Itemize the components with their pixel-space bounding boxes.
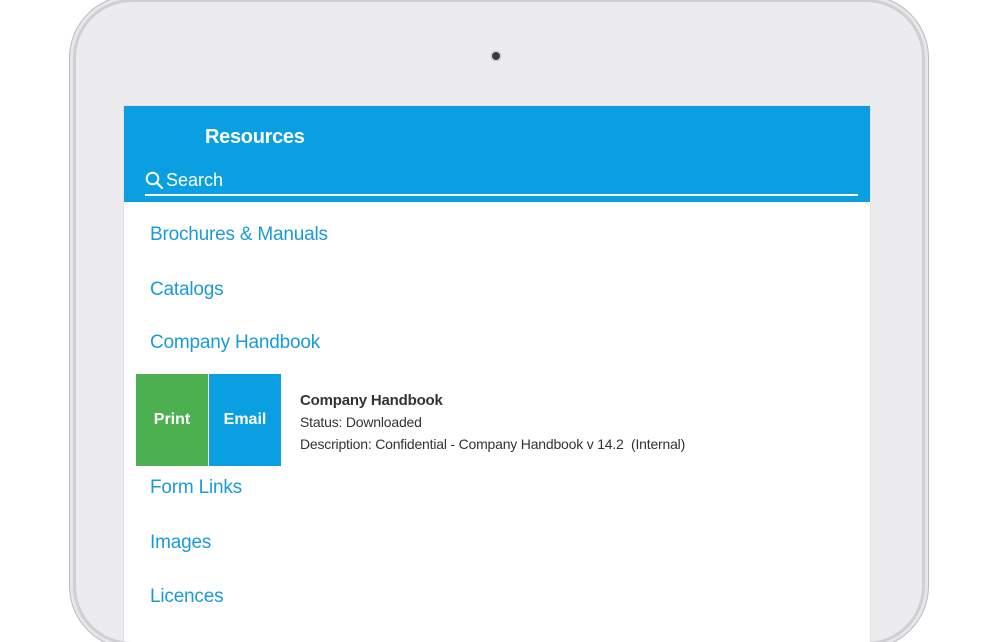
document-row: Print Email Company Handbook Status: Dow…	[136, 374, 870, 466]
search-bar[interactable]	[145, 166, 858, 196]
category-licences[interactable]: Licences	[150, 586, 224, 608]
print-button[interactable]: Print	[136, 374, 208, 466]
category-catalogs[interactable]: Catalogs	[150, 279, 224, 301]
search-input[interactable]	[166, 167, 858, 193]
category-company-handbook[interactable]: Company Handbook	[150, 332, 320, 354]
app-screen: Resources Brochures & Manuals Catalogs C…	[124, 106, 870, 642]
document-description: Description: Confidential - Company Hand…	[300, 436, 686, 452]
document-info: Company Handbook Status: Downloaded Desc…	[300, 392, 685, 458]
document-title: Company Handbook	[300, 392, 443, 409]
tablet-frame: Resources Brochures & Manuals Catalogs C…	[76, 2, 922, 642]
app-header: Resources	[124, 106, 870, 202]
category-brochures-manuals[interactable]: Brochures & Manuals	[150, 224, 328, 246]
category-form-links[interactable]: Form Links	[150, 477, 242, 499]
search-icon[interactable]	[145, 171, 164, 190]
document-status: Status: Downloaded	[300, 414, 422, 430]
email-button[interactable]: Email	[209, 374, 281, 466]
page-title: Resources	[205, 126, 305, 148]
camera-icon	[492, 52, 500, 60]
category-images[interactable]: Images	[150, 532, 211, 554]
